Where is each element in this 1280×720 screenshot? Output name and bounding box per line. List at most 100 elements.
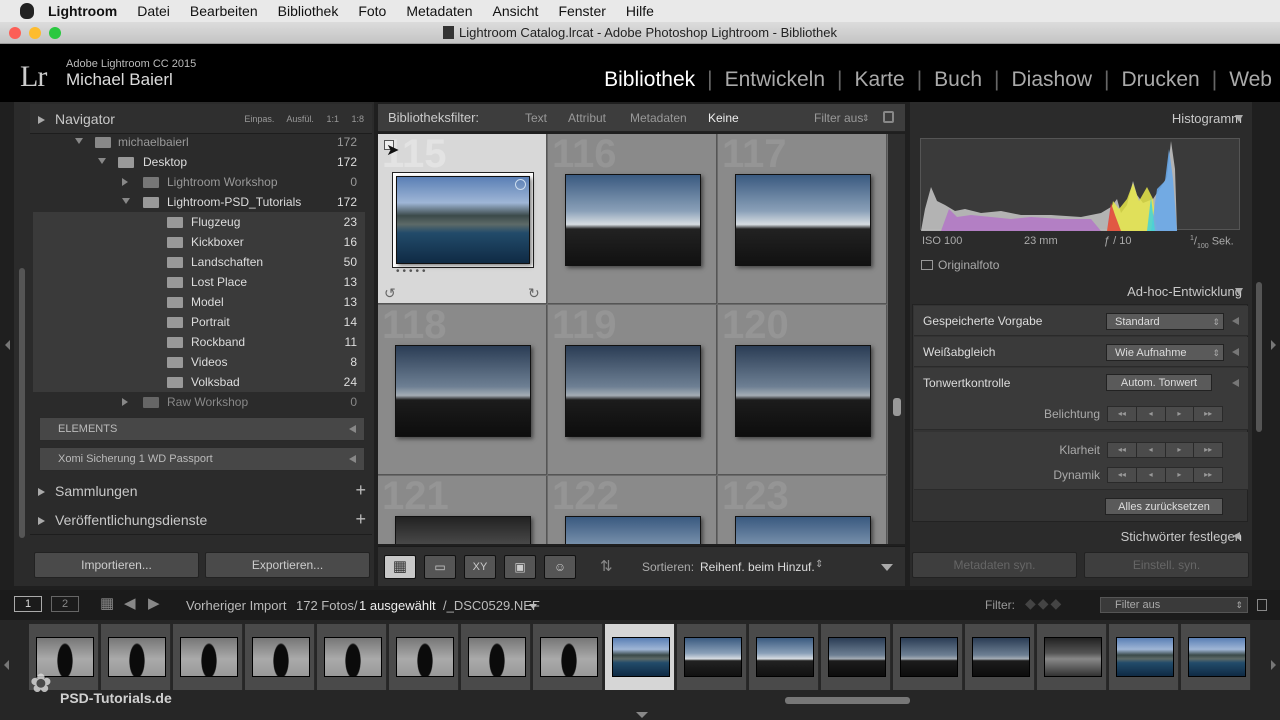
vibrance-stepper[interactable]: ◂◂ ◂ ▸ ▸▸: [1107, 467, 1223, 483]
quick-collection-icon[interactable]: [515, 179, 526, 190]
filmstrip-thumb[interactable]: [461, 624, 531, 690]
folder-rockband[interactable]: Rockband 11: [33, 332, 365, 352]
auto-tone-button[interactable]: Autom. Tonwert: [1106, 374, 1212, 391]
filmstrip-thumb[interactable]: [821, 624, 891, 690]
menu-hilfe[interactable]: Hilfe: [626, 3, 654, 19]
folder-lightroom-workshop[interactable]: Lightroom Workshop 0: [33, 172, 365, 192]
saved-preset-dropdown[interactable]: Standard ⇕: [1106, 313, 1224, 330]
collections-header[interactable]: Sammlungen +: [30, 476, 372, 506]
add-collection-icon[interactable]: +: [355, 475, 366, 505]
menu-app[interactable]: Lightroom: [48, 3, 117, 19]
filmstrip-thumb[interactable]: [893, 624, 963, 690]
folder-volksbad[interactable]: Volksbad 24: [33, 372, 365, 392]
histogram[interactable]: [920, 138, 1240, 231]
folder-model[interactable]: Model 13: [33, 292, 365, 312]
volume-xomi[interactable]: Xomi Sicherung 1 WD Passport: [39, 447, 365, 471]
filmstrip-thumb[interactable]: [317, 624, 387, 690]
folder-portrait[interactable]: Portrait 14: [33, 312, 365, 332]
menu-datei[interactable]: Datei: [137, 3, 170, 19]
forward-arrow-icon[interactable]: ▶: [148, 594, 160, 612]
expand-icon[interactable]: [1233, 532, 1240, 540]
quick-develop-title[interactable]: Ad-hoc-Entwicklung: [1127, 284, 1242, 299]
module-buch[interactable]: Buch: [934, 68, 982, 92]
filter-none[interactable]: Keine: [708, 104, 739, 132]
expand-icon[interactable]: [1232, 348, 1239, 356]
thumbnail[interactable]: [565, 174, 701, 266]
thumbnail[interactable]: [395, 516, 531, 544]
module-web[interactable]: Web: [1229, 68, 1272, 92]
rating-stars[interactable]: •••••: [396, 266, 429, 277]
filmstrip-thumb[interactable]: [173, 624, 243, 690]
expand-icon[interactable]: [1232, 379, 1239, 387]
zoom-fit[interactable]: Einpas.: [244, 114, 274, 124]
publish-services-header[interactable]: Veröffentlichungsdienste +: [30, 505, 372, 535]
collapse-icon[interactable]: [1235, 288, 1243, 295]
menu-bibliothek[interactable]: Bibliothek: [278, 3, 339, 19]
thumbnail[interactable]: [735, 516, 871, 544]
folder-desktop[interactable]: Desktop 172: [33, 152, 365, 172]
grid-cell[interactable]: 123: [718, 476, 887, 544]
filmstrip-thumb-selected[interactable]: [605, 624, 675, 690]
grid-cell[interactable]: 115 ••••• ↺ ↻: [378, 134, 547, 304]
close-window-button[interactable]: [9, 27, 21, 39]
exposure-stepper[interactable]: ◂◂ ◂ ▸ ▸▸: [1107, 406, 1223, 422]
folder-videos[interactable]: Videos 8: [33, 352, 365, 372]
filmstrip-thumb[interactable]: [101, 624, 171, 690]
zoom-fill[interactable]: Ausfül.: [286, 114, 314, 124]
menu-metadaten[interactable]: Metadaten: [406, 3, 472, 19]
clarity-stepper[interactable]: ◂◂ ◂ ▸ ▸▸: [1107, 442, 1223, 458]
reset-all-button[interactable]: Alles zurücksetzen: [1105, 498, 1223, 515]
collapse-left-panel-icon[interactable]: [5, 340, 10, 350]
zoom-1-8[interactable]: 1:8: [351, 114, 364, 124]
grid-cell[interactable]: 117: [718, 134, 887, 304]
thumbnail[interactable]: [395, 345, 531, 437]
grid-cell[interactable]: 122: [548, 476, 717, 544]
grid-cell[interactable]: 120: [718, 305, 887, 475]
sort-dropdown[interactable]: Reihenf. beim Hinzuf.: [700, 560, 815, 574]
folder-raw-workshop[interactable]: Raw Workshop 0: [33, 392, 365, 412]
thumbnail[interactable]: [735, 174, 871, 266]
filmstrip-thumb[interactable]: [677, 624, 747, 690]
compare-view-icon[interactable]: XY: [464, 555, 496, 579]
filmstrip-thumb[interactable]: [533, 624, 603, 690]
module-entwickeln[interactable]: Entwickeln: [725, 68, 825, 92]
original-photo-checkbox[interactable]: [921, 260, 933, 270]
flag-filter-icons[interactable]: ◆◆◆: [1025, 595, 1063, 612]
sync-settings-button[interactable]: Einstell. syn.: [1084, 552, 1249, 578]
volume-elements[interactable]: ELEMENTS: [39, 417, 365, 441]
chevron-down-icon[interactable]: [529, 604, 537, 609]
grid-cell[interactable]: 118: [378, 305, 547, 475]
keywording-title[interactable]: Stichwörter festlegen: [1121, 529, 1242, 544]
filter-text[interactable]: Text: [525, 104, 547, 132]
grid-cell[interactable]: 119: [548, 305, 717, 475]
filter-attribute[interactable]: Attribut: [568, 104, 606, 132]
filmstrip-thumb[interactable]: [1109, 624, 1179, 690]
sort-direction-icon[interactable]: ⇅: [600, 557, 613, 575]
grid-scrollbar[interactable]: [888, 134, 905, 544]
people-view-icon[interactable]: ☺: [544, 555, 576, 579]
loupe-view-icon[interactable]: ▭: [424, 555, 456, 579]
filter-metadata[interactable]: Metadaten: [630, 104, 687, 132]
menu-fenster[interactable]: Fenster: [558, 3, 605, 19]
left-panel-scrollbar[interactable]: [19, 268, 25, 538]
histogram-title[interactable]: Histogramm: [1172, 111, 1242, 126]
second-window-button[interactable]: 2: [51, 596, 79, 612]
thumbnail[interactable]: [565, 345, 701, 437]
filmstrip-thumb[interactable]: [1181, 624, 1251, 690]
module-diashow[interactable]: Diashow: [1012, 68, 1093, 92]
add-publish-service-icon[interactable]: +: [355, 504, 366, 534]
thumbnail[interactable]: [565, 516, 701, 544]
collapse-filmstrip-left-icon[interactable]: [4, 660, 9, 670]
survey-view-icon[interactable]: ▣: [504, 555, 536, 579]
filmstrip-thumb[interactable]: [1037, 624, 1107, 690]
rotate-left-icon[interactable]: ↺: [384, 285, 396, 302]
filmstrip-thumb[interactable]: [389, 624, 459, 690]
toolbar-options-icon[interactable]: [881, 564, 893, 571]
grid-icon[interactable]: ▦: [100, 594, 114, 612]
folder-flugzeug[interactable]: Flugzeug 23: [33, 212, 365, 232]
main-window-button[interactable]: 1: [14, 596, 42, 612]
rotate-right-icon[interactable]: ↻: [528, 285, 540, 302]
thumbnail[interactable]: [396, 176, 530, 264]
minimize-window-button[interactable]: [29, 27, 41, 39]
export-button[interactable]: Exportieren...: [205, 552, 370, 578]
